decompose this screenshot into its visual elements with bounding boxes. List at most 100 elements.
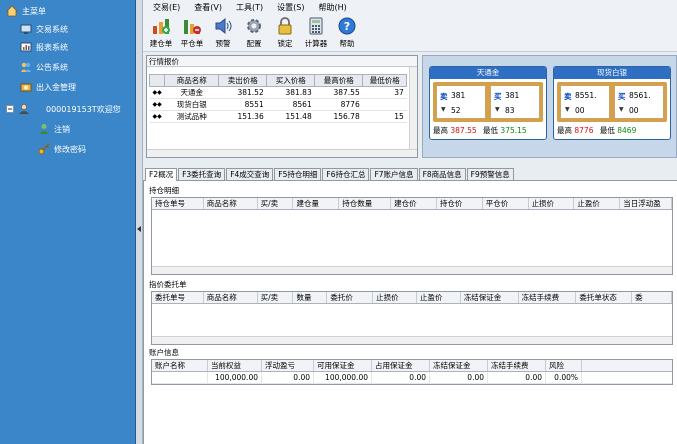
sidebar-splitter[interactable] xyxy=(136,0,143,444)
sidebar-item-main-menu[interactable]: 主菜单 xyxy=(6,2,46,20)
quotes-header-buy[interactable]: 买入价格 xyxy=(266,74,316,87)
tab-overview[interactable]: F2概况 xyxy=(145,168,178,181)
quotes-vertical-scrollbar[interactable] xyxy=(409,67,417,149)
cell-available-margin: 100,000.00 xyxy=(314,372,372,383)
col-buy-sell[interactable]: 买/卖 xyxy=(258,198,294,209)
quotes-header-high[interactable]: 最高价格 xyxy=(314,74,364,87)
menu-tools[interactable]: 工具(T) xyxy=(236,2,263,13)
table-row[interactable]: 100,000.00 0.00 100,000.00 0.00 0.00 0.0… xyxy=(152,372,672,384)
col-order-price[interactable]: 委托价 xyxy=(327,292,374,303)
buy-quote-box[interactable]: 买 8561. ▼ 00 xyxy=(614,85,664,119)
col-take-profit[interactable]: 止盈价 xyxy=(574,198,621,209)
buy-quote-box[interactable]: 买 381 ▼ 83 xyxy=(490,85,540,119)
sidebar-item-reports[interactable]: 报表系统 xyxy=(20,38,68,56)
cell-account-name xyxy=(152,372,208,383)
calculator-button[interactable]: 计算器 xyxy=(302,14,330,51)
tab-trade-query[interactable]: F4成交查询 xyxy=(226,168,274,180)
sell-quote-box[interactable]: 卖 381 ▼ 52 xyxy=(436,85,486,119)
quote-card[interactable]: 现货白银 卖 8551. ▼ 00 买 8561. ▼ 00 最高 8776 最… xyxy=(553,66,671,140)
col-order-extra[interactable]: 委 xyxy=(632,292,672,303)
menu-settings[interactable]: 设置(S) xyxy=(277,2,304,13)
sell-volume: 52 xyxy=(451,106,461,115)
menu-view[interactable]: 查看(V) xyxy=(194,2,222,13)
col-stop-loss[interactable]: 止损价 xyxy=(529,198,575,209)
table-row[interactable]: ◆◆ 测试品种 151.36 151.48 156.78 15 xyxy=(149,110,407,123)
col-stop-loss[interactable]: 止损价 xyxy=(373,292,417,303)
col-daily-pl[interactable]: 当日浮动盈 xyxy=(620,198,672,209)
menu-trade[interactable]: 交易(E) xyxy=(153,2,180,13)
open-position-button[interactable]: 建仓单 xyxy=(147,14,175,51)
col-close-price[interactable]: 平仓价 xyxy=(483,198,529,209)
holdings-horizontal-scrollbar[interactable] xyxy=(152,266,672,274)
col-holding-id[interactable]: 持仓单号 xyxy=(152,198,204,209)
limit-orders-horizontal-scrollbar[interactable] xyxy=(152,336,672,344)
limit-orders-section: 指价委托单 委托单号 商品名称 买/卖 数量 委托价 止损价 止盈价 冻结保证金… xyxy=(147,279,675,347)
arrow-down-icon: ▼ xyxy=(619,106,624,113)
collapse-arrow-icon[interactable] xyxy=(137,226,141,232)
quote-card[interactable]: 天通金 卖 381 ▼ 52 买 381 ▼ 83 最高 387.55 最低 3… xyxy=(429,66,547,140)
cell-frozen-margin: 0.00 xyxy=(430,372,488,383)
col-frozen-margin[interactable]: 冻结保证金 xyxy=(461,292,519,303)
col-open-qty[interactable]: 建仓量 xyxy=(293,198,340,209)
col-floating-pl[interactable]: 浮动盈亏 xyxy=(262,360,314,371)
col-hold-qty[interactable]: 持仓数量 xyxy=(339,198,392,209)
sell-quote-box[interactable]: 卖 8551. ▼ 00 xyxy=(560,85,610,119)
tab-order-query[interactable]: F3委托查询 xyxy=(178,168,226,180)
alert-button[interactable]: 预警 xyxy=(209,14,237,51)
sidebar-item-funds[interactable]: 出入金管理 xyxy=(20,78,76,96)
col-frozen-margin[interactable]: 冻结保证金 xyxy=(430,360,488,371)
table-row[interactable]: ◆◆ 现货白银 8551 8561 8776 xyxy=(149,98,407,111)
account-grid[interactable]: 账户名称 当前权益 浮动盈亏 可用保证金 占用保证金 冻结保证金 冻结手续费 风… xyxy=(151,359,673,385)
table-row[interactable]: ◆◆ 天通金 381.52 381.83 387.55 37 xyxy=(149,86,407,99)
col-risk[interactable]: 风险 xyxy=(546,360,582,371)
lock-button[interactable]: 锁定 xyxy=(271,14,299,51)
row-name: 天通金 xyxy=(164,86,219,99)
low-label: 最低 xyxy=(483,126,499,135)
limit-orders-grid[interactable]: 委托单号 商品名称 买/卖 数量 委托价 止损价 止盈价 冻结保证金 冻结手续费… xyxy=(151,291,673,345)
col-product-name[interactable]: 商品名称 xyxy=(204,292,258,303)
quotes-horizontal-scrollbar[interactable] xyxy=(147,149,417,157)
help-button[interactable]: ? 帮助 xyxy=(333,14,361,51)
row-high: 8776 xyxy=(314,98,363,111)
col-order-status[interactable]: 委托单状态 xyxy=(576,292,633,303)
quotes-panel-title: 行情报价 xyxy=(147,56,417,67)
sidebar-item-announcements[interactable]: 公告系统 xyxy=(20,58,68,76)
sell-volume: 00 xyxy=(575,106,585,115)
col-qty[interactable]: 数量 xyxy=(293,292,328,303)
row-low xyxy=(362,98,407,111)
col-order-id[interactable]: 委托单号 xyxy=(152,292,204,303)
col-equity[interactable]: 当前权益 xyxy=(208,360,262,371)
config-button[interactable]: 配置 xyxy=(240,14,268,51)
col-frozen-fee[interactable]: 冻结手续费 xyxy=(488,360,546,371)
col-take-profit[interactable]: 止盈价 xyxy=(417,292,461,303)
sidebar-item-change-password[interactable]: 修改密码 xyxy=(38,140,86,158)
low-label: 最低 xyxy=(599,126,615,135)
sidebar-item-logout[interactable]: 注销 xyxy=(38,120,70,138)
col-available-margin[interactable]: 可用保证金 xyxy=(314,360,372,371)
close-position-button[interactable]: 平仓单 xyxy=(178,14,206,51)
key-icon xyxy=(38,143,50,155)
col-frozen-fee[interactable]: 冻结手续费 xyxy=(519,292,577,303)
quotes-header-sell[interactable]: 卖出价格 xyxy=(218,74,268,87)
quotes-header-name[interactable]: 商品名称 xyxy=(164,74,220,87)
tab-holding-details[interactable]: F5持仓明细 xyxy=(274,168,322,180)
col-buy-sell[interactable]: 买/卖 xyxy=(258,292,294,303)
tab-product-info[interactable]: F8商品信息 xyxy=(418,168,466,180)
col-account-name[interactable]: 账户名称 xyxy=(152,360,208,371)
tab-alert-info[interactable]: F9预警信息 xyxy=(466,168,514,180)
toolbar: 建仓单 平仓单 预警 配置 锁定 计算器 ? 帮助 xyxy=(143,14,677,52)
quote-card-title: 天通金 xyxy=(430,67,546,79)
help-icon: ? xyxy=(337,16,357,36)
quotes-header-low[interactable]: 最低价格 xyxy=(362,74,408,87)
row-name: 测试品种 xyxy=(164,110,219,123)
col-product-name[interactable]: 商品名称 xyxy=(204,198,258,209)
high-label: 最高 xyxy=(557,126,572,135)
col-used-margin[interactable]: 占用保证金 xyxy=(372,360,430,371)
col-hold-price[interactable]: 持仓价 xyxy=(437,198,483,209)
sidebar-item-trading[interactable]: 交易系统 xyxy=(20,20,68,38)
tab-account-info[interactable]: F7账户信息 xyxy=(370,168,418,180)
holdings-grid[interactable]: 持仓单号 商品名称 买/卖 建仓量 持仓数量 建仓价 持仓价 平仓价 止损价 止… xyxy=(151,197,673,275)
col-open-price[interactable]: 建仓价 xyxy=(391,198,437,209)
menu-help[interactable]: 帮助(H) xyxy=(318,2,346,13)
tab-holding-summary[interactable]: F6持仓汇总 xyxy=(322,168,370,180)
